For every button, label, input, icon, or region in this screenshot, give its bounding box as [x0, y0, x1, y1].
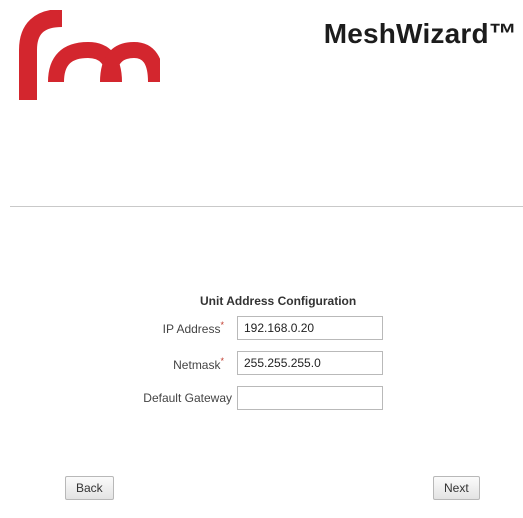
default-gateway-input[interactable] [237, 386, 383, 410]
wizard-window: MeshWizard™ Unit Address Configuration I… [0, 0, 523, 518]
back-button[interactable]: Back [65, 476, 114, 500]
default-gateway-label: Default Gateway [143, 391, 232, 405]
next-button[interactable]: Next [433, 476, 480, 500]
required-marker: * [220, 356, 224, 366]
unit-address-form: Unit Address Configuration IP Address* N… [0, 0, 523, 518]
netmask-input[interactable] [237, 351, 383, 375]
required-marker: * [220, 320, 224, 330]
netmask-label: Netmask* [173, 356, 224, 372]
ip-address-input[interactable] [237, 316, 383, 340]
form-title: Unit Address Configuration [200, 294, 357, 308]
ip-address-label: IP Address* [162, 320, 224, 336]
